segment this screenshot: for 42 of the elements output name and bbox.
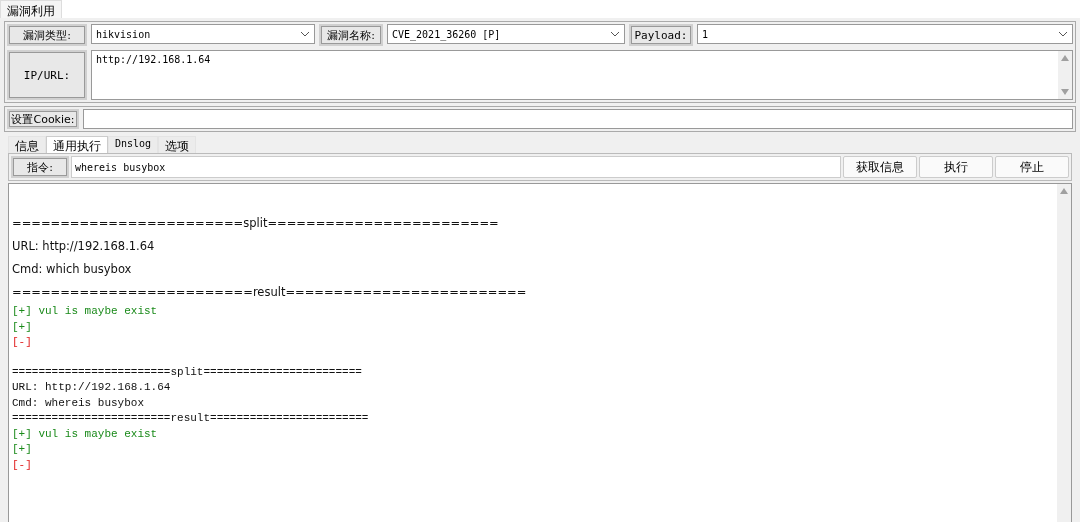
output-line: =========================result========================= [12, 284, 528, 301]
cookie-label: 设置Cookie: [7, 109, 79, 129]
sub-tab[interactable]: Dnslog [108, 136, 159, 153]
output-line: [+] [12, 442, 33, 457]
scrollbar[interactable] [1058, 51, 1072, 99]
output-line: ========================result======================== [12, 411, 370, 426]
output-line: [+] vul is maybe exist [12, 426, 159, 442]
sub-tab[interactable]: 信息 [8, 136, 46, 153]
output-line: [+] [12, 319, 33, 335]
target-field[interactable]: http://192.168.1.64 [91, 50, 1073, 100]
payload-select[interactable]: 1 [697, 24, 1073, 44]
output-line: ========================split======================== [12, 215, 500, 232]
chevron-down-icon [300, 31, 310, 37]
action-button[interactable]: 执行 [919, 156, 993, 178]
output-line: Cmd: which busybox [12, 261, 133, 278]
scroll-down-icon[interactable] [1061, 89, 1069, 95]
command-label: 指令: [11, 156, 69, 178]
chevron-down-icon [1058, 31, 1068, 37]
sub-tab[interactable]: 选项 [158, 136, 197, 153]
cookie-field[interactable] [83, 109, 1073, 129]
output-line: [-] [12, 335, 33, 350]
vuln-name-label: 漏洞名称: [319, 24, 383, 46]
main-tab[interactable]: 漏洞利用 [0, 0, 62, 18]
action-button[interactable]: 停止 [995, 156, 1069, 178]
vuln-name-select[interactable]: CVE_2021_36260 [P] [387, 24, 625, 44]
output-line: [+] vul is maybe exist [12, 304, 159, 319]
vuln-type-select[interactable]: hikvision [91, 24, 315, 44]
scroll-up-icon[interactable] [1060, 188, 1068, 194]
output-line: Cmd: whereis busybox [12, 395, 146, 411]
output-line: URL: http://192.168.1.64 [12, 238, 156, 255]
payload-label: Payload: [629, 24, 693, 46]
scrollbar[interactable] [1057, 184, 1071, 522]
sub-tab[interactable]: 通用执行 [46, 136, 108, 153]
target-label: IP/URL: [7, 50, 87, 100]
action-button[interactable]: 获取信息 [843, 156, 917, 178]
output-line: URL: http://192.168.1.64 [12, 380, 172, 395]
chevron-down-icon [610, 31, 620, 37]
output-line: [-] [12, 457, 33, 473]
command-field[interactable]: whereis busybox [71, 156, 841, 178]
vuln-type-label: 漏洞类型: [7, 24, 87, 46]
scroll-up-icon[interactable] [1061, 55, 1069, 61]
output-line: ========================split======================== [12, 364, 363, 380]
